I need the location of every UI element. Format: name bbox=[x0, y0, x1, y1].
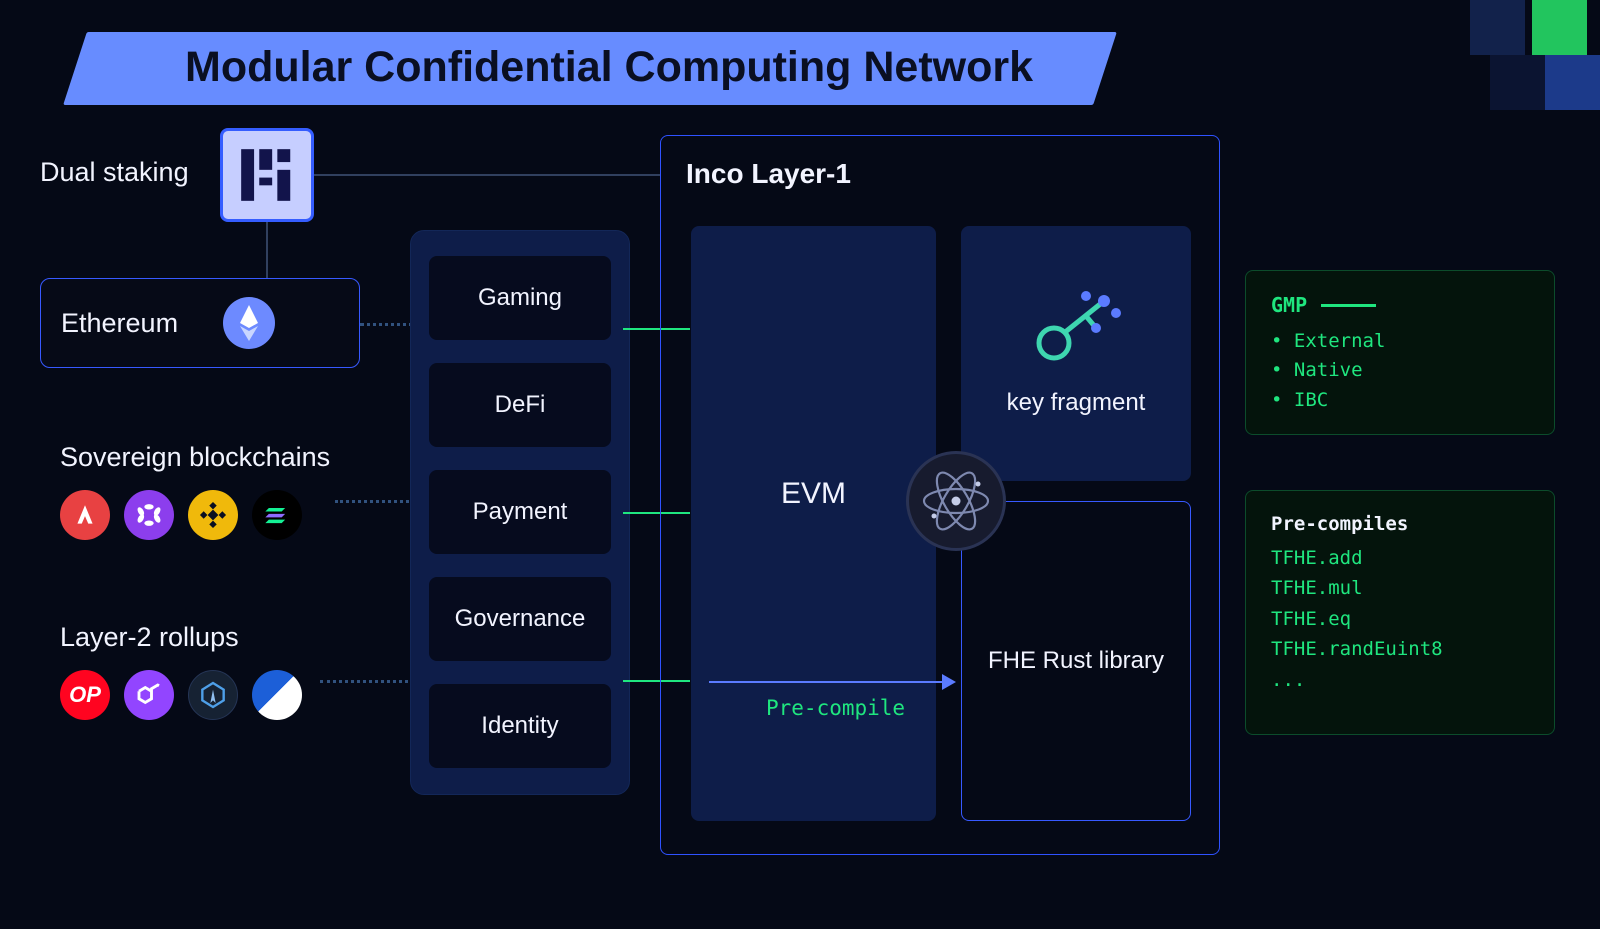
precompiles-title: Pre-compiles bbox=[1271, 513, 1529, 535]
key-icon bbox=[1026, 291, 1126, 371]
rollups-box: Layer-2 rollups OP bbox=[40, 608, 360, 734]
gmp-item: External bbox=[1271, 327, 1529, 356]
evm-label: EVM bbox=[781, 477, 846, 511]
connector-dotted bbox=[320, 680, 420, 683]
app-identity: Identity bbox=[429, 684, 611, 768]
app-governance: Governance bbox=[429, 577, 611, 661]
ethereum-icon bbox=[223, 297, 275, 349]
ethereum-box: Ethereum bbox=[40, 278, 360, 368]
inco-logo-icon bbox=[236, 144, 298, 206]
precompiles-item: ... bbox=[1271, 665, 1529, 695]
rollups-chain-row: OP bbox=[60, 670, 340, 720]
decor-square bbox=[1545, 55, 1600, 110]
sovereign-chain-row bbox=[60, 490, 340, 540]
precompiles-item: TFHE.mul bbox=[1271, 573, 1529, 603]
evm-box: EVM bbox=[691, 226, 936, 821]
precompiles-item: TFHE.add bbox=[1271, 543, 1529, 573]
key-fragment-box: key fragment bbox=[961, 226, 1191, 481]
key-fragment-label: key fragment bbox=[1007, 389, 1146, 417]
connector-dotted bbox=[335, 500, 420, 503]
sovereign-label: Sovereign blockchains bbox=[60, 442, 340, 473]
gmp-item: IBC bbox=[1271, 386, 1529, 415]
cosmos-atom-icon bbox=[906, 451, 1006, 551]
precompile-arrow bbox=[709, 681, 954, 683]
precompiles-item: TFHE.randEuint8 bbox=[1271, 634, 1529, 664]
decor-square bbox=[1490, 55, 1545, 110]
precompiles-panel: Pre-compiles TFHE.add TFHE.mul TFHE.eq T… bbox=[1245, 490, 1555, 735]
gmp-panel: GMP External Native IBC bbox=[1245, 270, 1555, 435]
fhe-rust-box: FHE Rust library bbox=[961, 501, 1191, 821]
base-icon bbox=[252, 670, 302, 720]
dual-staking-label: Dual staking bbox=[40, 157, 189, 188]
fhe-rust-label: FHE Rust library bbox=[988, 645, 1164, 676]
decor-square bbox=[1470, 0, 1525, 55]
precompiles-item: TFHE.eq bbox=[1271, 604, 1529, 634]
inco-layer1-box: Inco Layer-1 EVM key fragment FHE Rust l… bbox=[660, 135, 1220, 855]
decor-square bbox=[1532, 0, 1587, 55]
apps-column: Gaming DeFi Payment Governance Identity bbox=[410, 230, 630, 795]
app-payment: Payment bbox=[429, 470, 611, 554]
ethereum-label: Ethereum bbox=[61, 308, 178, 339]
solana-icon bbox=[252, 490, 302, 540]
bnb-icon bbox=[188, 490, 238, 540]
inco-logo-box bbox=[220, 128, 314, 222]
avalanche-icon bbox=[60, 490, 110, 540]
diagram-canvas: Modular Confidential Computing Network D… bbox=[0, 0, 1600, 929]
connector bbox=[314, 174, 660, 176]
precompile-label: Pre-compile bbox=[766, 696, 905, 720]
gmp-item: Native bbox=[1271, 356, 1529, 385]
gmp-line-icon bbox=[1321, 304, 1376, 307]
polkadot-icon bbox=[124, 490, 174, 540]
sovereign-box: Sovereign blockchains bbox=[40, 428, 360, 554]
app-gaming: Gaming bbox=[429, 256, 611, 340]
inco-title: Inco Layer-1 bbox=[686, 158, 1194, 190]
page-title: Modular Confidential Computing Network bbox=[185, 43, 1033, 92]
arbitrum-icon bbox=[188, 670, 238, 720]
polygon-icon bbox=[124, 670, 174, 720]
rollups-label: Layer-2 rollups bbox=[60, 622, 340, 653]
gmp-title: GMP bbox=[1271, 293, 1529, 317]
optimism-icon: OP bbox=[60, 670, 110, 720]
gmp-list: External Native IBC bbox=[1271, 327, 1529, 415]
connector bbox=[266, 222, 268, 278]
app-defi: DeFi bbox=[429, 363, 611, 447]
